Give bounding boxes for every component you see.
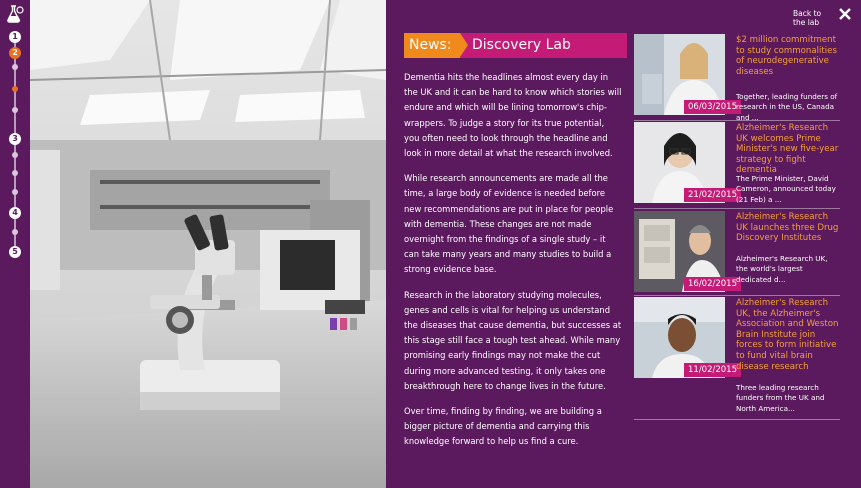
divider xyxy=(634,419,840,420)
step-dot-current[interactable] xyxy=(12,86,18,92)
divider xyxy=(634,208,840,209)
chevron-right-icon xyxy=(460,33,468,57)
news-headline-link[interactable]: Alzheimer's Research UK welcomes Prime M… xyxy=(736,123,840,176)
step-dot[interactable] xyxy=(12,189,18,195)
news-headline-link[interactable]: $2 million commitment to study commonali… xyxy=(736,35,840,77)
article-body: Dementia hits the headlines almost every… xyxy=(404,70,622,460)
news-item[interactable]: 16/02/2015 Alzheimer's Research UK launc… xyxy=(634,211,840,293)
step-1[interactable]: 1 xyxy=(9,31,21,43)
news-headline-link[interactable]: Alzheimer's Research UK, the Alzheimer's… xyxy=(736,298,840,372)
close-icon[interactable] xyxy=(837,6,853,22)
step-navigation: 1 2 3 4 5 xyxy=(0,0,30,488)
news-summary: The Prime Minister, David Cameron, annou… xyxy=(736,174,836,204)
news-headline-link[interactable]: Alzheimer's Research UK launches three D… xyxy=(736,212,840,244)
step-4[interactable]: 4 xyxy=(9,207,21,219)
news-item[interactable]: 21/02/2015 Alzheimer's Research UK welco… xyxy=(634,122,840,204)
step-5[interactable]: 5 xyxy=(9,246,21,258)
flask-icon[interactable] xyxy=(5,4,25,24)
news-sidebar: Back to the lab 06/03/2015 $2 million co… xyxy=(627,0,861,488)
step-dot[interactable] xyxy=(12,229,18,235)
back-label-line-2: the lab xyxy=(793,18,820,27)
step-3[interactable]: 3 xyxy=(9,133,21,145)
news-item[interactable]: 11/02/2015 Alzheimer's Research UK, the … xyxy=(634,297,840,417)
article-paragraph: Dementia hits the headlines almost every… xyxy=(404,72,622,159)
news-summary: Together, leading funders of research in… xyxy=(736,92,838,122)
news-date: 16/02/2015 xyxy=(684,277,741,291)
article-title: Discovery Lab xyxy=(460,33,635,58)
step-2[interactable]: 2 xyxy=(9,47,21,59)
news-tag: News: xyxy=(404,33,460,58)
step-dot[interactable] xyxy=(12,107,18,113)
article-panel: News: Discovery Lab Dementia hits the he… xyxy=(386,0,635,488)
step-dot[interactable] xyxy=(12,170,18,176)
news-date: 11/02/2015 xyxy=(684,363,741,377)
article-paragraph: While research announcements are made al… xyxy=(404,173,614,275)
divider xyxy=(634,295,840,296)
article-paragraph: Over time, finding by finding, we are bu… xyxy=(404,406,602,447)
lab-scene-image xyxy=(30,0,386,488)
back-to-lab-link[interactable]: Back to the lab xyxy=(793,9,833,27)
news-date: 06/03/2015 xyxy=(684,100,741,114)
news-date: 21/02/2015 xyxy=(684,188,741,202)
news-summary: Alzheimer's Research UK, the world's lar… xyxy=(736,254,828,284)
back-label-line-1: Back to xyxy=(793,9,822,18)
news-header: News: Discovery Lab xyxy=(404,33,635,58)
divider xyxy=(634,120,840,121)
article-paragraph: Research in the laboratory studying mole… xyxy=(404,289,622,391)
news-summary: Three leading research funders from the … xyxy=(736,383,825,413)
news-item[interactable]: 06/03/2015 $2 million commitment to stud… xyxy=(634,34,840,122)
step-dot[interactable] xyxy=(12,152,18,158)
step-dot[interactable] xyxy=(12,64,18,70)
